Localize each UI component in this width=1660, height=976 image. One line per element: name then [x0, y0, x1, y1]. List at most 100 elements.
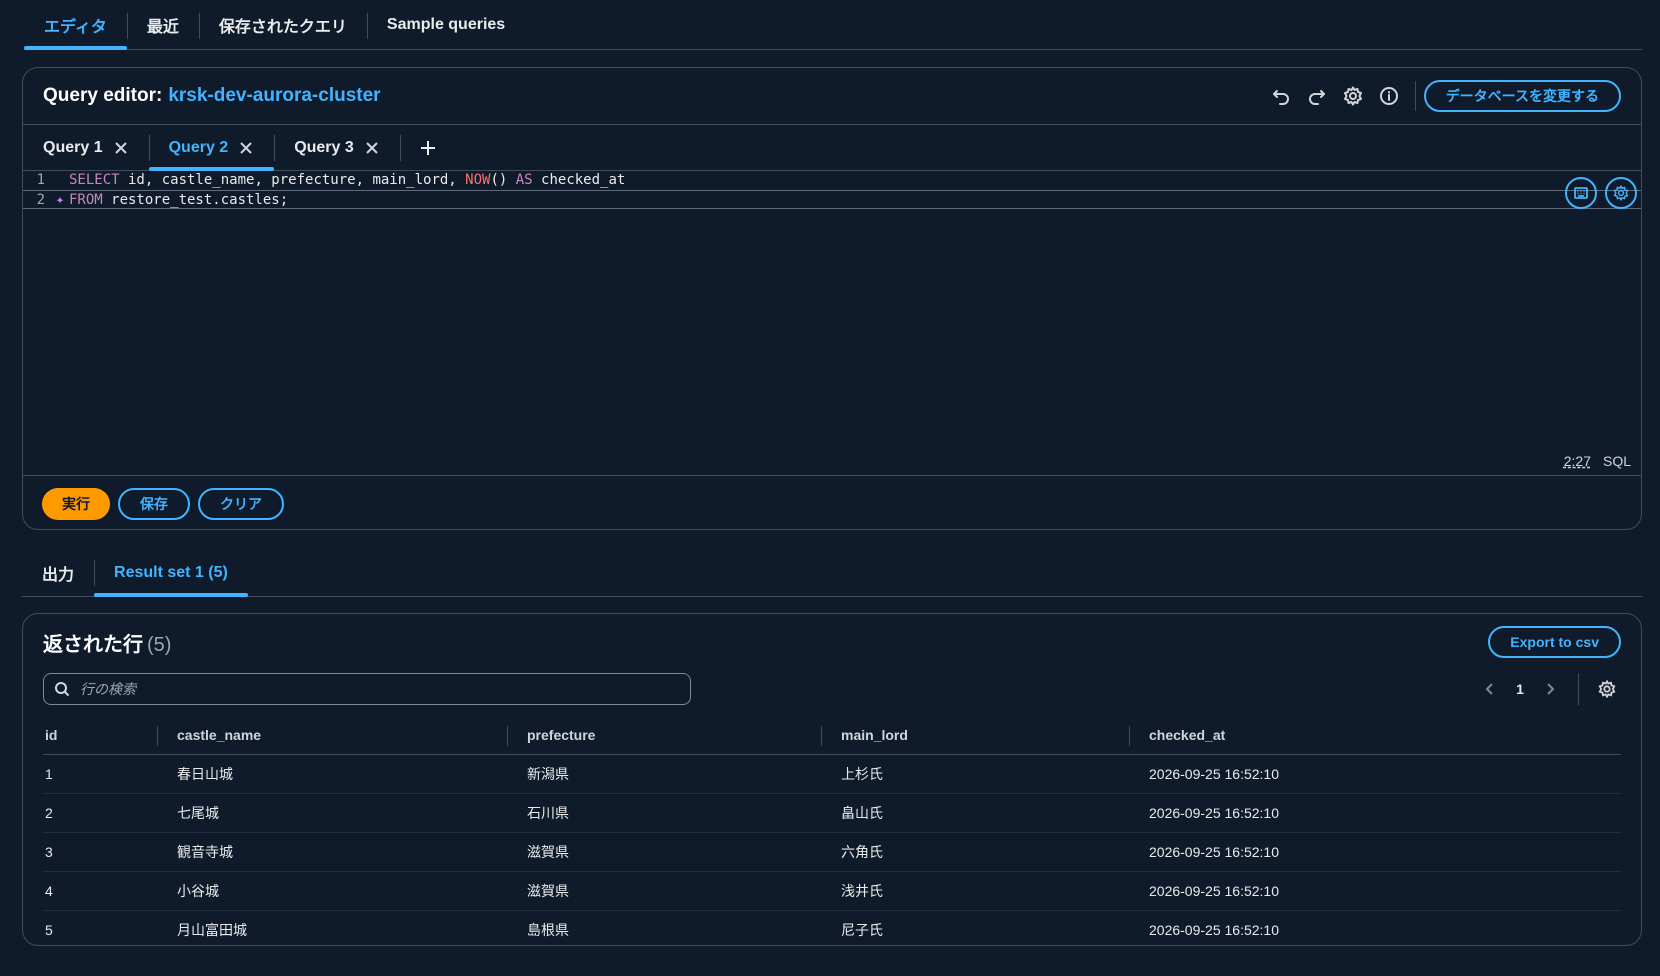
- column-header-id[interactable]: id: [43, 716, 157, 755]
- editor-title-prefix: Query editor:: [43, 85, 163, 106]
- cell-checked-at: 2026-09-25 16:52:10: [1129, 793, 1621, 833]
- cell-id: 5: [45, 921, 53, 938]
- clear-button[interactable]: クリア: [198, 487, 284, 520]
- search-box: [43, 673, 691, 705]
- editor-settings-icon[interactable]: [1605, 177, 1637, 209]
- cell-castle-name: 春日山城: [157, 754, 507, 794]
- query-editor-panel: Query editor: krsk-dev-aurora-cluster データ…: [22, 67, 1642, 530]
- export-csv-button[interactable]: Export to csv: [1488, 626, 1621, 658]
- cell-checked-at: 2026-09-25 16:52:10: [1129, 832, 1621, 872]
- close-icon[interactable]: [238, 140, 254, 156]
- keyboard-icon[interactable]: [1565, 177, 1597, 209]
- column-header-checked-at[interactable]: checked_at: [1129, 716, 1621, 755]
- close-icon[interactable]: [364, 140, 380, 156]
- line-number: 2: [36, 192, 45, 208]
- change-database-button[interactable]: データベースを変更する: [1423, 80, 1621, 112]
- pagination: 1: [1476, 673, 1621, 705]
- editor-floating-buttons: [1565, 177, 1637, 209]
- query-tab-label: Query 2: [168, 138, 229, 156]
- cell-castle-name: 月山富田城: [177, 921, 247, 938]
- gear-icon[interactable]: [1335, 80, 1371, 112]
- query-tab-2[interactable]: Query 2: [148, 125, 275, 171]
- top-tabs: エディタ 最近 保存されたクエリ Sample queries: [24, 0, 1642, 50]
- cell-id: 4: [43, 871, 157, 911]
- table-row: 2 七尾城 石川県 畠山氏 2026-09-25 16:52:10: [43, 793, 1621, 833]
- tab-editor[interactable]: エディタ: [24, 0, 127, 50]
- results-table: id castle_name prefecture main_lord chec…: [43, 716, 1621, 949]
- tab-saved-queries[interactable]: 保存されたクエリ: [198, 0, 367, 50]
- table-row: 4 小谷城 滋賀県 浅井氏 2026-09-25 16:52:10: [43, 871, 1621, 911]
- column-header-main-lord[interactable]: main_lord: [821, 716, 1129, 755]
- editor-status-bar: 2:27 SQL: [1564, 453, 1631, 469]
- editor-title: Query editor: krsk-dev-aurora-cluster: [43, 85, 381, 107]
- query-tab-label: Query 3: [294, 138, 354, 156]
- column-header-prefecture[interactable]: prefecture: [507, 716, 821, 755]
- page-number[interactable]: 1: [1508, 681, 1532, 697]
- save-button[interactable]: 保存: [118, 487, 190, 520]
- cell-checked-at: 2026-09-25 16:52:10: [1129, 871, 1621, 911]
- results-title: 返された行 (5): [43, 633, 172, 656]
- result-tabs: 出力 Result set 1 (5): [22, 550, 1642, 597]
- code-editor[interactable]: 1 SELECT id, castle_name, prefecture, ma…: [23, 171, 1641, 476]
- search-icon: [55, 682, 70, 697]
- query-tab-3[interactable]: Query 3: [274, 125, 400, 171]
- cell-main-lord: 浅井氏: [821, 871, 1129, 911]
- run-button[interactable]: 実行: [42, 487, 110, 520]
- line-number: 1: [36, 172, 45, 188]
- editor-header: Query editor: krsk-dev-aurora-cluster データ…: [23, 68, 1641, 125]
- sparkle-icon[interactable]: ✦: [51, 191, 69, 208]
- editor-actions: 実行 保存 クリア: [23, 476, 1641, 529]
- cell-main-lord: 上杉氏: [821, 754, 1129, 794]
- cell-prefecture: 石川県: [507, 793, 821, 833]
- code-text: FROM restore_test.castles;: [69, 192, 289, 208]
- cluster-name: krsk-dev-aurora-cluster: [168, 85, 381, 106]
- chevron-left-icon[interactable]: [1476, 675, 1504, 703]
- cursor-position: 2:27: [1563, 453, 1591, 469]
- results-count: (5): [147, 633, 172, 656]
- cell-checked-at: 2026-09-25 16:52:10: [1149, 921, 1279, 938]
- cell-prefecture: 滋賀県: [507, 871, 821, 911]
- cell-prefecture: 新潟県: [507, 754, 821, 794]
- language-mode: SQL: [1602, 453, 1631, 469]
- cell-castle-name: 観音寺城: [157, 832, 507, 872]
- results-toolbar: 1: [43, 670, 1621, 708]
- cell-id: 1: [43, 754, 157, 794]
- query-tab-label: Query 1: [43, 138, 103, 156]
- cell-castle-name: 七尾城: [157, 793, 507, 833]
- cell-id: 2: [43, 793, 157, 833]
- plus-icon: [420, 140, 435, 155]
- query-tabs: Query 1 Query 2 Query 3: [23, 125, 1641, 171]
- redo-icon[interactable]: [1299, 80, 1335, 112]
- tab-recent[interactable]: 最近: [126, 0, 199, 50]
- close-icon[interactable]: [113, 140, 129, 156]
- tab-result-set-1[interactable]: Result set 1 (5): [94, 550, 248, 597]
- cell-main-lord: 畠山氏: [821, 793, 1129, 833]
- column-header-castle-name[interactable]: castle_name: [157, 716, 507, 755]
- header-actions: データベースを変更する: [1263, 80, 1621, 112]
- table-row: 1 春日山城 新潟県 上杉氏 2026-09-25 16:52:10: [43, 754, 1621, 794]
- code-text: SELECT id, castle_name, prefecture, main…: [69, 172, 626, 188]
- cell-main-lord: 六角氏: [821, 832, 1129, 872]
- results-header: 返された行 (5) Export to csv: [43, 614, 1621, 670]
- code-line-2: 2 ✦ FROM restore_test.castles;: [23, 190, 1641, 209]
- tab-output[interactable]: 出力: [22, 550, 94, 597]
- search-input[interactable]: [80, 681, 660, 697]
- add-tab-button[interactable]: [399, 125, 456, 171]
- cell-castle-name: 小谷城: [157, 871, 507, 911]
- cell-id: 3: [43, 832, 157, 872]
- results-panel: 返された行(5) Export to csv 1 id castle_name …: [22, 613, 1642, 946]
- cell-prefecture: 島根県: [527, 921, 569, 938]
- code-line-1: 1 SELECT id, castle_name, prefecture, ma…: [23, 171, 1641, 190]
- tab-sample-queries[interactable]: Sample queries: [366, 0, 525, 50]
- cell-main-lord: 尼子氏: [841, 921, 883, 938]
- cell-prefecture: 滋賀県: [507, 832, 821, 872]
- info-icon[interactable]: [1371, 80, 1407, 112]
- query-tab-1[interactable]: Query 1: [23, 125, 149, 171]
- undo-icon[interactable]: [1263, 80, 1299, 112]
- table-row: 5 月山富田城 島根県 尼子氏 2026-09-25 16:52:10: [43, 910, 1621, 949]
- table-header-row: id castle_name prefecture main_lord chec…: [43, 716, 1621, 755]
- header-divider: [1414, 81, 1416, 111]
- cell-checked-at: 2026-09-25 16:52:10: [1129, 754, 1621, 794]
- table-settings-icon[interactable]: [1593, 675, 1621, 703]
- chevron-right-icon[interactable]: [1536, 675, 1564, 703]
